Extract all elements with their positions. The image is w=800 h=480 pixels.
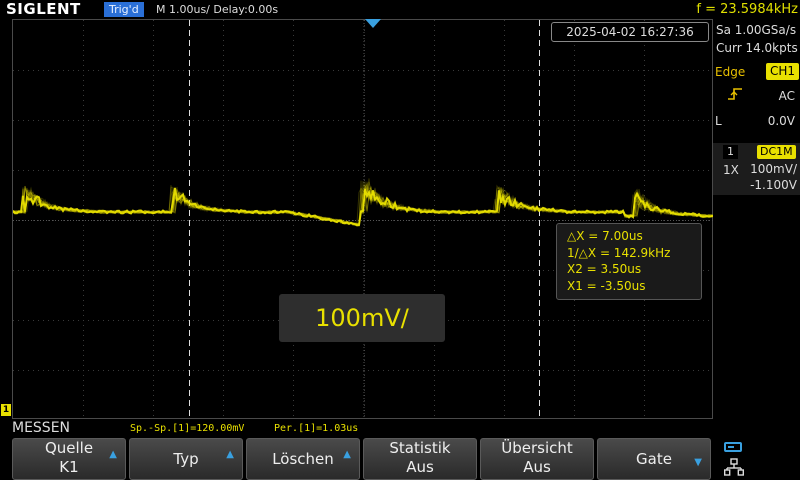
arrow-up-icon: ▲ — [109, 449, 117, 460]
brand-logo: SIGLENT — [6, 0, 81, 18]
channel-offset: -1.100V — [750, 178, 797, 192]
rising-edge-icon — [728, 88, 742, 100]
measurement-period: Per.[1]=1.03us — [274, 423, 359, 434]
waveform-display[interactable] — [12, 19, 714, 420]
date-time-display: 2025-04-02 16:27:36 — [551, 22, 709, 42]
cursor-x2: X2 = 3.50us — [567, 262, 642, 276]
side-info-panel: Sa 1.00GSa/s Curr 14.0kpts Edge CH1 AC L… — [713, 19, 800, 440]
trigger-status-badge[interactable]: Trig'd — [104, 2, 144, 17]
network-icon — [724, 458, 744, 476]
trigger-level-label: L — [715, 114, 722, 128]
channel-coupling-badge: DC1M — [757, 145, 796, 159]
softkey-value: Aus — [406, 458, 434, 476]
channel-1-offset-marker[interactable]: 1 — [1, 404, 11, 416]
softkey-2[interactable]: Typ ▲ — [129, 438, 243, 480]
softkey-label: Löschen — [272, 450, 334, 468]
top-status-bar: SIGLENT Trig'd M 1.00us/ Delay:0.00s f =… — [0, 0, 800, 19]
softkey-label: Übersicht — [501, 439, 573, 457]
softkey-label: Gate — [636, 450, 672, 468]
measurement-bar: MESSEN Sp.-Sp.[1]=120.00mV Per.[1]=1.03u… — [0, 419, 713, 437]
softkey-label: Statistik — [389, 439, 451, 457]
usb-icon — [724, 442, 742, 452]
timebase-readout[interactable]: M 1.00us/ Delay:0.00s — [156, 2, 278, 17]
trigger-type[interactable]: Edge — [715, 65, 745, 79]
cursor-x1: X1 = -3.50us — [567, 278, 646, 293]
trigger-level-value[interactable]: 0.0V — [768, 114, 795, 128]
cursor-delta-x: △X = 7.00us — [567, 229, 643, 243]
softkey-5[interactable]: Übersicht Aus — [480, 438, 594, 480]
menu-title: MESSEN — [12, 420, 71, 436]
softkey-6[interactable]: Gate ▼ — [597, 438, 711, 480]
trigger-source-badge[interactable]: CH1 — [766, 63, 800, 80]
trigger-coupling[interactable]: AC — [779, 89, 795, 103]
status-icons — [716, 438, 800, 480]
vertical-scale-popup: 100mV/ — [279, 294, 445, 342]
graticule — [13, 20, 714, 420]
arrow-up-icon: ▲ — [226, 449, 234, 460]
frequency-counter: f = 23.5984kHz — [696, 2, 798, 17]
measurement-peak-to-peak: Sp.-Sp.[1]=120.00mV — [130, 423, 245, 434]
softkey-value: K1 — [59, 458, 79, 476]
cursor-inverse-delta-x: 1/△X = 142.9kHz — [567, 245, 671, 260]
softkey-label: Typ — [173, 450, 199, 468]
channel-number: 1 — [723, 145, 738, 159]
softkey-label: Quelle — [44, 439, 94, 457]
arrow-up-icon: ▲ — [343, 449, 351, 460]
ch1-trace — [13, 178, 714, 228]
grid-and-trace — [13, 20, 714, 420]
memory-depth: Curr 14.0kpts — [716, 41, 798, 55]
softkey-menu: Quelle K1 ▲ Typ ▲ Löschen ▲ Statistik Aus Übersic… — [0, 438, 713, 480]
softkey-value: Aus — [523, 458, 551, 476]
sample-rate: Sa 1.00GSa/s — [716, 23, 797, 37]
softkey-1[interactable]: Quelle K1 ▲ — [12, 438, 126, 480]
trigger-position-marker[interactable] — [365, 19, 381, 28]
arrow-down-icon: ▼ — [694, 457, 702, 468]
probe-attenuation: 1X — [723, 163, 739, 177]
softkey-4[interactable]: Statistik Aus — [363, 438, 477, 480]
cursor-readout-panel: △X = 7.00us 1/△X = 142.9kHz X2 = 3.50us … — [556, 223, 702, 300]
volts-per-div: 100mV/ — [750, 162, 797, 176]
softkey-3[interactable]: Löschen ▲ — [246, 438, 360, 480]
